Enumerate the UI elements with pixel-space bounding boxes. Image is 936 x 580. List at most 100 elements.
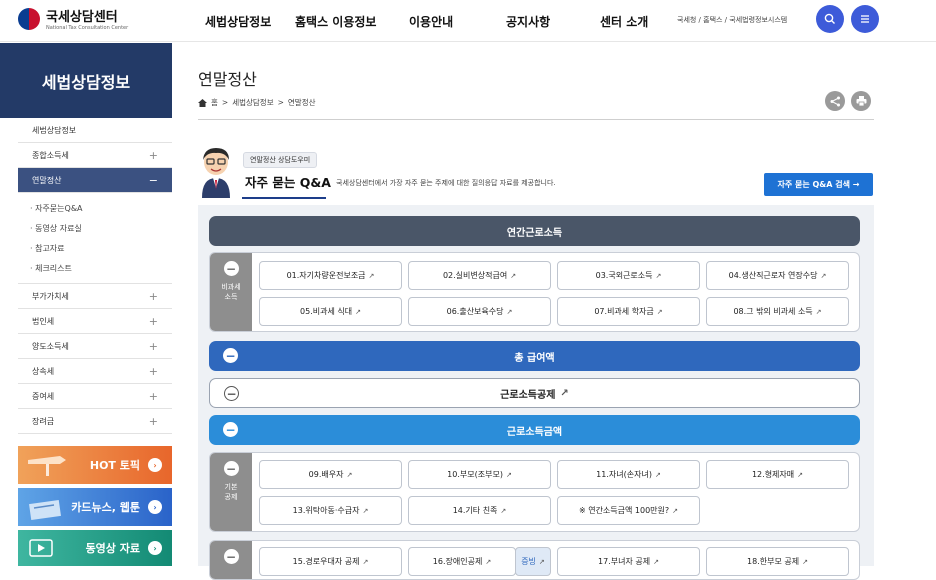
external-link-icon: ↗ <box>362 557 369 566</box>
earned-income-amount-bar[interactable]: − 근로소득금액 <box>209 415 860 445</box>
breadcrumb-tax-info[interactable]: 세법상담정보 <box>232 97 273 108</box>
breadcrumb-separator: > <box>221 98 229 107</box>
faq-link-07[interactable]: 07.비과세 학자금 ↗ <box>557 297 700 326</box>
collapse-icon[interactable]: − <box>223 461 239 476</box>
external-link-icon: ↗ <box>656 307 663 316</box>
faq-link-17[interactable]: 17.부녀자 공제 ↗ <box>557 547 700 576</box>
nav-guide[interactable]: 이용안내 <box>409 13 453 30</box>
banner-label: 카드뉴스, 웹툰 <box>71 501 140 514</box>
faq-link-06[interactable]: 06.출산보육수당 ↗ <box>408 297 551 326</box>
nav-notice[interactable]: 공지사항 <box>506 13 550 30</box>
external-link-icon: ↗ <box>505 470 512 479</box>
collapse-icon[interactable]: − <box>224 386 239 401</box>
share-button[interactable] <box>825 91 845 111</box>
search-button[interactable] <box>816 5 844 33</box>
faq-link-18[interactable]: 18.한부모 공제 ↗ <box>706 547 849 576</box>
external-link-icon: ↗ <box>560 387 569 399</box>
faq-link-03[interactable]: 03.국외근로소득 ↗ <box>557 261 700 290</box>
site-logo[interactable]: 국세상담센터 National Tax Consultation Center <box>18 6 128 32</box>
home-icon[interactable] <box>198 98 207 107</box>
nav-tax-info[interactable]: 세법상담정보 <box>205 13 271 30</box>
faq-link-04[interactable]: 04.생산직근로자 연장수당 ↗ <box>706 261 849 290</box>
external-link-icon: ↗ <box>654 470 661 479</box>
hot-topic-banner[interactable]: HOT 토픽 › <box>18 446 172 484</box>
helper-avatar-icon <box>202 148 230 198</box>
faq-link-09[interactable]: 09.배우자 ↗ <box>259 460 402 489</box>
util-links[interactable]: 국세청 / 홈택스 / 국세법령정보시스템 <box>677 15 787 25</box>
external-link-icon: ↗ <box>538 557 545 566</box>
chip-label: 07.비과세 학자금 <box>594 307 654 316</box>
sidebar-item-year-end[interactable]: 연말정산 − <box>18 168 172 193</box>
title-divider <box>198 119 874 120</box>
earned-income-deduction-bar[interactable]: − 근로소득공제 ↗ <box>209 378 860 408</box>
faq-title: 자주 묻는 Q&A <box>245 175 331 190</box>
arrow-right-icon: › <box>148 458 162 472</box>
faq-link-12[interactable]: 12.형제자매 ↗ <box>706 460 849 489</box>
faq-link-14[interactable]: 14.기타 친족 ↗ <box>408 496 551 525</box>
faq-link-11[interactable]: 11.자녀(손자녀) ↗ <box>557 460 700 489</box>
sidebar-item-vat[interactable]: 부가가치세 + <box>18 284 172 309</box>
faq-link-01[interactable]: 01.자기차량운전보조금 ↗ <box>259 261 402 290</box>
sidebar-item-capital-gains[interactable]: 양도소득세 + <box>18 334 172 359</box>
group-label: 기본 공제 <box>224 483 238 501</box>
faq-link-02[interactable]: 02.실비변상적급여 ↗ <box>408 261 551 290</box>
chip-label: 16.장애인공제 <box>432 557 483 566</box>
sidebar-item-income-tax[interactable]: 종합소득세 + <box>18 143 172 168</box>
sidebar-item-overview[interactable]: 세법상담정보 <box>18 118 172 143</box>
collapse-icon[interactable]: − <box>223 261 239 276</box>
video-banner[interactable]: 동영상 자료 › <box>18 530 172 566</box>
breadcrumb-home[interactable]: 홈 <box>211 97 218 108</box>
submenu-video[interactable]: · 동영상 자료실 <box>30 219 172 239</box>
chip-label: 02.실비변상적급여 <box>442 271 508 280</box>
chip-label: 13.위탁아동·수급자 <box>292 506 360 515</box>
chip-label: 08.그 밖의 비과세 소득 <box>733 307 813 316</box>
faq-link-08[interactable]: 08.그 밖의 비과세 소득 ↗ <box>706 297 849 326</box>
faq-link-05[interactable]: 05.비과세 식대 ↗ <box>259 297 402 326</box>
sidebar-item-gift-tax[interactable]: 증여세 + <box>18 384 172 409</box>
submenu-checklist[interactable]: · 체크리스트 <box>30 259 172 279</box>
chip-label: 17.부녀자 공제 <box>598 557 651 566</box>
nav-about[interactable]: 센터 소개 <box>600 13 648 30</box>
submenu-reference[interactable]: · 참고자료 <box>30 239 172 259</box>
bar-label: 총 급여액 <box>514 352 555 364</box>
chip-label: 12.형제자매 <box>751 470 795 479</box>
sidebar-item-corporate-tax[interactable]: 법인세 + <box>18 309 172 334</box>
search-icon <box>824 13 835 24</box>
menu-button[interactable] <box>851 5 879 33</box>
chip-label: 01.자기차량운전보조금 <box>286 271 366 280</box>
chip-label: 04.생산직근로자 연장수당 <box>728 271 818 280</box>
external-link-icon: ↗ <box>368 271 375 280</box>
proof-link[interactable]: 증빙 ↗ <box>515 547 551 576</box>
faq-link-16[interactable]: 16.장애인공제 ↗ <box>408 547 516 576</box>
breadcrumb: 홈 > 세법상담정보 > 연말정산 <box>198 97 316 108</box>
sidebar-item-label: 법인세 <box>32 316 55 326</box>
total-pay-bar[interactable]: − 총 급여액 <box>209 341 860 371</box>
chip-label: 14.기타 친족 <box>452 506 498 515</box>
chip-label: 10.부모(조부모) <box>447 470 503 479</box>
collapse-icon[interactable]: − <box>223 549 239 564</box>
sidebar-item-label: 양도소득세 <box>32 341 69 351</box>
annual-income-bar: 연간근로소득 <box>209 216 860 246</box>
banner-label: HOT 토픽 <box>89 459 140 472</box>
faq-search-button[interactable]: 자주 묻는 Q&A 검색 → <box>764 173 873 196</box>
print-button[interactable] <box>851 91 871 111</box>
faq-link-10[interactable]: 10.부모(조부모) ↗ <box>408 460 551 489</box>
external-link-icon: ↗ <box>672 506 679 515</box>
sidebar-item-label: 상속세 <box>32 366 55 376</box>
bar-label: 근로소득공제 <box>500 389 556 401</box>
external-link-icon: ↗ <box>820 271 827 280</box>
faq-link-13[interactable]: 13.위탁아동·수급자 ↗ <box>259 496 402 525</box>
faq-link-income-limit[interactable]: ※ 연간소득금액 100만원? ↗ <box>557 496 700 525</box>
video-player-icon <box>29 539 53 557</box>
submenu-faq[interactable]: · 자주묻는Q&A <box>30 199 172 219</box>
card-news-banner[interactable]: 카드뉴스, 웹툰 › <box>18 488 172 526</box>
nav-hometax-info[interactable]: 홈택스 이용정보 <box>295 13 376 30</box>
faq-link-15[interactable]: 15.경로우대자 공제 ↗ <box>259 547 402 576</box>
sidebar-item-inheritance[interactable]: 상속세 + <box>18 359 172 384</box>
collapse-icon[interactable]: − <box>223 348 238 363</box>
collapse-icon[interactable]: − <box>223 422 238 437</box>
sidebar-item-incentive[interactable]: 장려금 + <box>18 409 172 434</box>
logo-title: 국세상담센터 <box>46 10 118 25</box>
external-link-icon: ↗ <box>815 307 822 316</box>
sidebar-item-label: 장려금 <box>32 416 55 426</box>
